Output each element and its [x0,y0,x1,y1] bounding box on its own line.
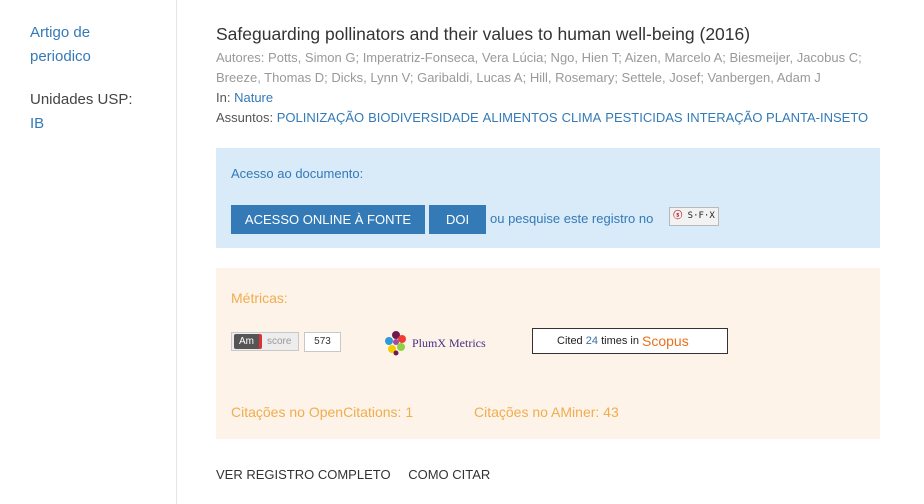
journal-link[interactable]: Nature [234,90,273,105]
online-access-button[interactable]: ACESSO ONLINE À FONTE [231,205,425,234]
scopus-badge[interactable]: Cited 24 times in Scopus [532,328,728,354]
authors-list: Potts, Simon G; Imperatriz-Fonseca, Vera… [216,50,862,85]
plumx-label: PlumX Metrics [412,336,486,350]
cite-link[interactable]: COMO CITAR [408,467,490,482]
altmetric-score-value: 573 [304,332,341,352]
full-record-link[interactable]: VER REGISTRO COMPLETO [216,467,391,482]
altmetric-badge[interactable]: Am score 573 [231,332,341,353]
opencitations-count: Citações no OpenCitations: 1 [231,404,414,420]
subject-link[interactable]: BIODIVERSIDADE [368,110,479,125]
subject-link[interactable]: ALIMENTOS [483,110,558,125]
record-title: Safeguarding pollinators and their value… [216,24,751,44]
scopus-cited-text: Cited 24 times in [557,329,639,353]
subject-link[interactable]: PESTICIDAS [605,110,682,125]
sfx-button[interactable]: ⓢ S·F·X [669,207,719,226]
scopus-prefix: Cited [557,335,583,347]
subject-link[interactable]: INTERAÇÃO PLANTA-INSETO [687,110,869,125]
altmetric-score-label: score [267,336,292,347]
sfx-label: S·F·X [687,211,715,221]
access-panel: Acesso ao documento: ACESSO ONLINE À FON… [216,148,880,248]
metrics-panel: Métricas: Am score 573 PlumX Metrics Cit… [216,268,880,439]
scopus-count: 24 [585,335,598,347]
aminer-count: Citações no AMiner: 43 [474,404,619,420]
subjects-row: Assuntos: POLINIZAÇÃO BIODIVERSIDADE ALIME… [216,108,880,128]
sfx-logo-icon: ⓢ [673,211,683,221]
altmetric-logo: Am score [231,332,299,351]
subject-link[interactable]: POLINIZAÇÃO [277,110,364,125]
in-label: In: [216,90,231,105]
authors-line: Autores: Potts, Simon G; Imperatriz-Fons… [216,48,880,87]
search-registry-link[interactable]: ou pesquise este registro no [490,209,653,229]
doi-button[interactable]: DOI [429,205,486,234]
plumx-badge[interactable]: PlumX Metrics [384,329,496,357]
footer-links: VER REGISTRO COMPLETO COMO CITAR [216,466,504,484]
metrics-label: Métricas: [231,290,288,306]
authors-label: Autores: [216,50,265,65]
sidebar: Artigo de periodico Unidades USP: IB [0,0,177,504]
doc-type-link[interactable]: Artigo de periodico [30,21,140,69]
units-label: Unidades USP: [30,91,133,108]
subject-link[interactable]: CLIMA [562,110,602,125]
subjects-label: Assuntos: [216,110,274,125]
access-label: Acesso ao documento: [231,166,364,181]
altmetric-am-icon: Am [234,334,262,349]
plumx-flower-icon [385,331,406,356]
scopus-suffix: times in [601,335,639,347]
units-value-link[interactable]: IB [30,114,44,134]
scopus-logo: Scopus [642,333,689,349]
in-row: In: Nature [216,88,273,107]
